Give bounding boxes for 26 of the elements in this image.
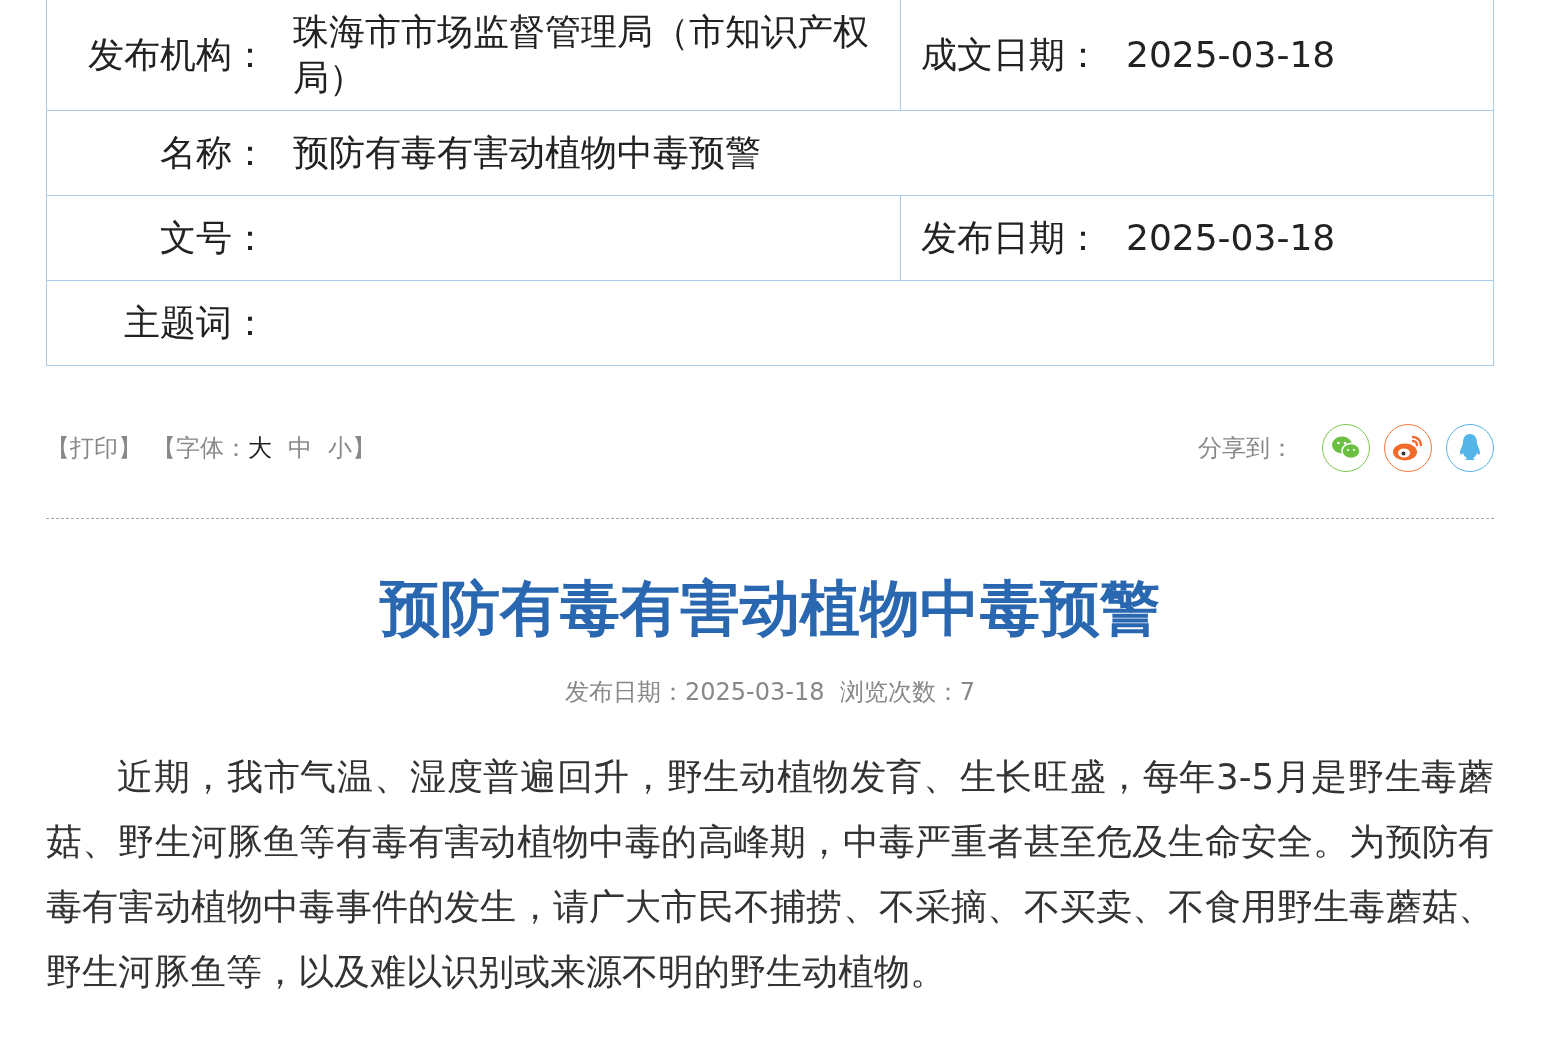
field-label: 成文日期：	[920, 32, 1102, 77]
field-label: 主题词：	[123, 300, 269, 345]
field-label: 文号：	[159, 215, 269, 260]
bracket: 】	[352, 433, 376, 464]
share-button[interactable]	[1384, 424, 1432, 472]
field-value: 2025-03-18	[1126, 216, 1337, 260]
font-size-option[interactable]: 中	[288, 432, 312, 464]
field-label: 名称：	[159, 130, 269, 175]
field-value: 预防有毒有害动植物中毒预警	[293, 131, 762, 175]
font-size-option[interactable]: 小	[328, 432, 352, 464]
field-label: 发布机构：	[87, 32, 269, 77]
share-button[interactable]	[1446, 424, 1494, 472]
article-title: 预防有毒有害动植物中毒预警	[378, 572, 1161, 645]
print-link[interactable]: 【打印】	[46, 432, 142, 464]
share-label: 分享到：	[1198, 433, 1294, 464]
article-body: 近期，我市气温、湿度普遍回升，野生动植物发育、生长旺盛，每年3-5月是野生毒蘑菇、野生河豚鱼等有毒有害动植物中毒的高峰期，中毒严重者甚至危及生命安全。为预防有毒有害动植物中毒事件的发生，请广大市民不捕捞、不采摘、不买卖、不食用野生毒蘑菇、野生河豚鱼等，以及难以识别或来源不明的野生动植物。	[46, 755, 1494, 994]
font-size-option[interactable]: 大	[248, 432, 272, 464]
eye-icon	[1392, 434, 1424, 462]
field-label: 发布日期：	[920, 215, 1102, 260]
article-meta: 发布日期：2025-03-18 浏览次数：7	[564, 677, 976, 708]
field-value: 珠海市市场监督管理局（市知识产权局）	[293, 10, 870, 100]
field-value: 2025-03-18	[1126, 33, 1337, 77]
font-size-label: 【字体：	[152, 433, 248, 464]
chat-bubbles-icon	[1331, 435, 1361, 461]
penguin-icon	[1458, 433, 1482, 463]
share-button[interactable]	[1322, 424, 1370, 472]
